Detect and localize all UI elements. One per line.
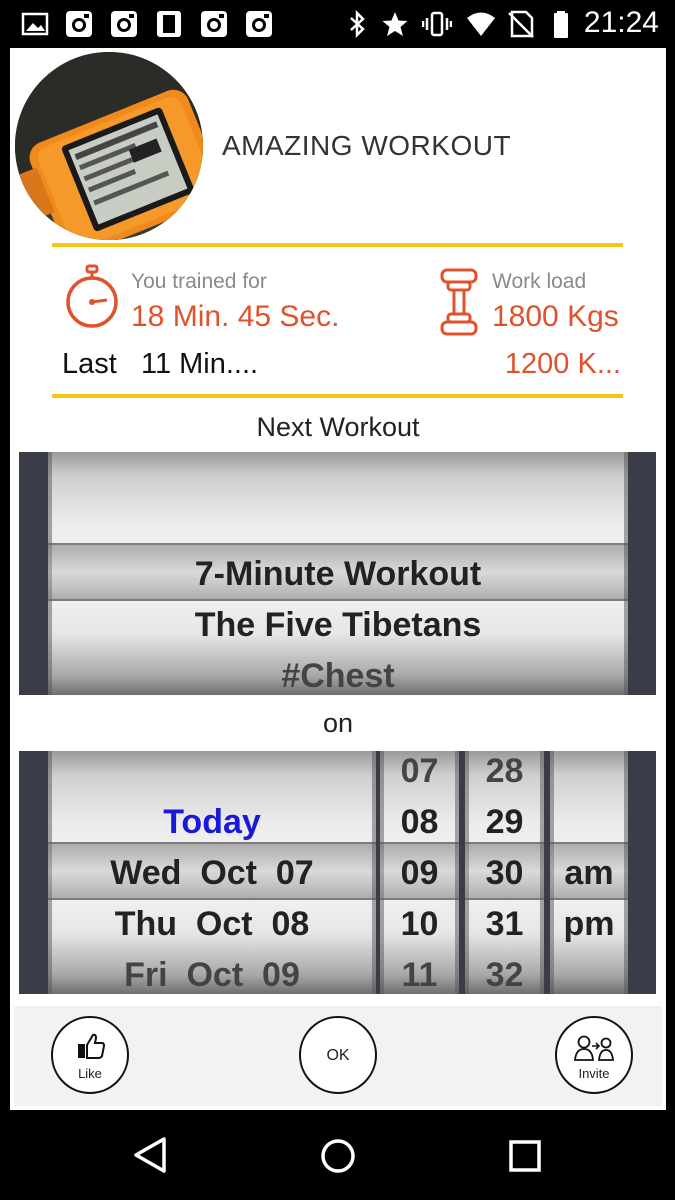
workload-label: Work load bbox=[492, 270, 587, 293]
instagram-icon bbox=[246, 11, 272, 37]
day-option-today[interactable]: Today bbox=[48, 797, 376, 848]
day-option[interactable]: Thu Oct 08 bbox=[48, 899, 376, 950]
wifi-icon bbox=[467, 12, 495, 36]
minute-option[interactable]: 32 bbox=[465, 950, 544, 994]
hour-option[interactable]: 11 bbox=[380, 950, 459, 994]
image-icon bbox=[21, 12, 49, 36]
minute-option[interactable]: 29 bbox=[465, 797, 544, 848]
back-icon[interactable] bbox=[132, 1136, 168, 1174]
last-duration: Last 11 Min.... bbox=[62, 348, 259, 380]
trained-value: 18 Min. 45 Sec. bbox=[131, 300, 340, 333]
workout-option[interactable]: The Five Tibetans bbox=[48, 600, 628, 651]
workload-value: 1800 Kgs bbox=[492, 300, 619, 333]
minute-wheel[interactable]: 28 29 30 31 32 bbox=[465, 751, 544, 994]
battery-icon bbox=[554, 11, 568, 38]
hour-option[interactable]: 07 bbox=[380, 751, 459, 797]
workout-option[interactable]: #Chest bbox=[48, 651, 628, 695]
ampm-option[interactable]: am bbox=[550, 848, 628, 899]
instagram-icon bbox=[66, 11, 92, 37]
like-label: Like bbox=[78, 1066, 102, 1081]
workout-option[interactable]: 7-Minute Workout bbox=[48, 549, 628, 600]
invite-button[interactable]: Invite bbox=[555, 1016, 633, 1094]
last-workload: 1200 K... bbox=[504, 348, 621, 380]
next-workout-heading: Next Workout bbox=[256, 412, 420, 442]
no-sim-icon bbox=[508, 10, 534, 38]
instagram-icon bbox=[201, 11, 227, 37]
home-icon[interactable] bbox=[320, 1138, 356, 1174]
minute-option[interactable]: 31 bbox=[465, 899, 544, 950]
hour-option[interactable]: 08 bbox=[380, 797, 459, 848]
day-option[interactable]: Wed Oct 07 bbox=[48, 848, 376, 899]
divider bbox=[52, 243, 623, 247]
action-bar: Like OK Invite bbox=[14, 1006, 662, 1106]
thumbs-up-icon bbox=[78, 1033, 106, 1059]
app-screen: AMAZING WORKOUT You trained for 18 Min. … bbox=[10, 48, 666, 1110]
ok-button[interactable]: OK bbox=[299, 1016, 377, 1094]
trained-label: You trained for bbox=[131, 270, 267, 293]
on-label: on bbox=[322, 708, 354, 738]
ampm-wheel[interactable]: am pm bbox=[550, 751, 628, 994]
hour-option[interactable]: 10 bbox=[380, 899, 459, 950]
stopwatch-icon bbox=[66, 264, 118, 328]
status-time: 21:24 bbox=[583, 6, 659, 39]
workout-wheel[interactable]: 7-Minute Workout The Five Tibetans #Ches… bbox=[48, 452, 628, 695]
datetime-picker[interactable]: Today Wed Oct 07 Thu Oct 08 Fri Oct 09 0… bbox=[19, 751, 656, 994]
smartwatch-photo bbox=[15, 52, 203, 240]
page-title: AMAZING WORKOUT bbox=[222, 130, 512, 161]
hour-option[interactable]: 09 bbox=[380, 848, 459, 899]
vibrate-icon bbox=[422, 11, 452, 37]
day-wheel[interactable]: Today Wed Oct 07 Thu Oct 08 Fri Oct 09 bbox=[48, 751, 376, 994]
divider bbox=[52, 394, 623, 398]
ok-label: OK bbox=[326, 1047, 350, 1064]
star-icon bbox=[382, 12, 408, 36]
hour-wheel[interactable]: 07 08 09 10 11 bbox=[380, 751, 459, 994]
invite-people-icon bbox=[574, 1035, 614, 1061]
day-option[interactable]: Fri Oct 09 bbox=[48, 950, 376, 994]
bluetooth-icon bbox=[350, 10, 365, 38]
recents-icon[interactable] bbox=[508, 1139, 542, 1173]
navigation-bar bbox=[0, 1110, 675, 1200]
status-bar: 21:24 bbox=[0, 0, 675, 48]
minute-option[interactable]: 30 bbox=[465, 848, 544, 899]
like-button[interactable]: Like bbox=[51, 1016, 129, 1094]
workout-picker[interactable]: 7-Minute Workout The Five Tibetans #Ches… bbox=[19, 452, 656, 695]
phone-frame-icon bbox=[157, 11, 181, 37]
minute-option[interactable]: 28 bbox=[465, 751, 544, 797]
dumbbell-icon bbox=[440, 268, 478, 336]
workout-avatar bbox=[15, 52, 203, 240]
ampm-option[interactable]: pm bbox=[550, 899, 628, 950]
invite-label: Invite bbox=[578, 1066, 610, 1081]
instagram-icon bbox=[111, 11, 137, 37]
